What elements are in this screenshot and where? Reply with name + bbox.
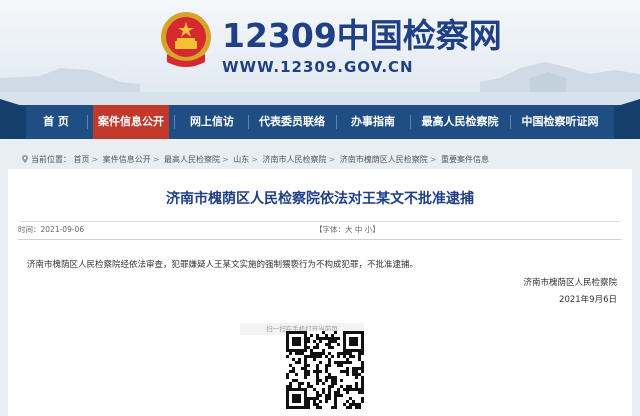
nav-item-supreme-procuratorate[interactable]: 最高人民检察院 — [416, 105, 504, 139]
breadcrumb-prefix: 当前位置： — [31, 155, 71, 164]
title-divider — [20, 221, 620, 222]
site-url[interactable]: WWW.12309.GOV.CN — [222, 58, 414, 76]
breadcrumb-separator: > — [429, 155, 437, 164]
article-card: 济南市槐荫区人民检察院依法对王某文不批准逮捕 时间：2021-09-06 【字体… — [8, 169, 632, 416]
nav-item-online-petition[interactable]: 网上信访 — [181, 105, 243, 139]
breadcrumb-item[interactable]: 最高人民检察院 — [164, 155, 220, 164]
breadcrumb-item[interactable]: 济南市槐荫区人民检察院 — [340, 155, 428, 164]
site-name: 12309中国检察网 — [222, 16, 502, 55]
article-title: 济南市槐荫区人民检察院依法对王某文不批准逮捕 — [166, 191, 474, 207]
nav-item-case-info[interactable]: 案件信息公开 — [93, 105, 169, 139]
breadcrumb-separator: > — [222, 155, 229, 164]
nav-item-home[interactable]: 首 页 — [30, 105, 82, 139]
signature-organization: 济南市槐荫区人民检察院 — [523, 278, 617, 288]
breadcrumb-separator: > — [328, 155, 336, 164]
nav-item-service-guide[interactable]: 办事指南 — [342, 105, 404, 139]
breadcrumb-item[interactable]: 山东 — [233, 155, 249, 164]
meta-divider — [18, 239, 622, 240]
building-skyline-icon — [0, 62, 640, 105]
qr-code-icon — [286, 331, 364, 409]
breadcrumb-separator: > — [152, 155, 160, 164]
breadcrumb-item[interactable]: 首页 — [74, 155, 90, 164]
location-icon — [22, 155, 28, 163]
breadcrumb-item[interactable]: 重要案件信息 — [441, 155, 489, 164]
nav-eave-right — [614, 99, 640, 139]
main-nav: 首 页 案件信息公开 网上信访 代表委员联络 办事指南 最高人民检察院 中国检察… — [0, 99, 640, 139]
breadcrumb-item[interactable]: 案件信息公开 — [103, 155, 151, 164]
breadcrumb-separator: > — [91, 155, 99, 164]
publish-date: 时间：2021-09-06 — [18, 225, 85, 234]
nav-divider — [336, 115, 337, 129]
nav-item-hearing-network[interactable]: 中国检察听证网 — [516, 105, 604, 139]
nav-eave-left — [0, 99, 26, 139]
national-emblem-icon — [161, 12, 211, 67]
signature-date: 2021年9月6日 — [559, 295, 617, 305]
breadcrumb-item[interactable]: 济南市人民检察院 — [263, 155, 327, 164]
nav-divider — [510, 115, 511, 129]
nav-divider — [87, 115, 88, 129]
breadcrumb-separator: > — [251, 155, 258, 164]
article-body: 济南市槐荫区人民检察院经依法审查，犯罪嫌疑人王某文实施的强制猥亵行为不构成犯罪，… — [27, 260, 419, 270]
font-size-switcher[interactable]: 【字体：大 中 小】 — [315, 223, 380, 237]
breadcrumb: 当前位置： 首页 > 案件信息公开 > 最高人民检察院 > 山东 > 济南市人民检察院 >… — [21, 153, 489, 167]
nav-divider — [248, 115, 249, 129]
nav-item-deputy-liaison[interactable]: 代表委员联络 — [254, 105, 330, 139]
site-header: 12309中国检察网 WWW.12309.GOV.CN — [0, 0, 640, 105]
nav-divider — [410, 115, 411, 129]
nav-divider — [174, 115, 175, 129]
